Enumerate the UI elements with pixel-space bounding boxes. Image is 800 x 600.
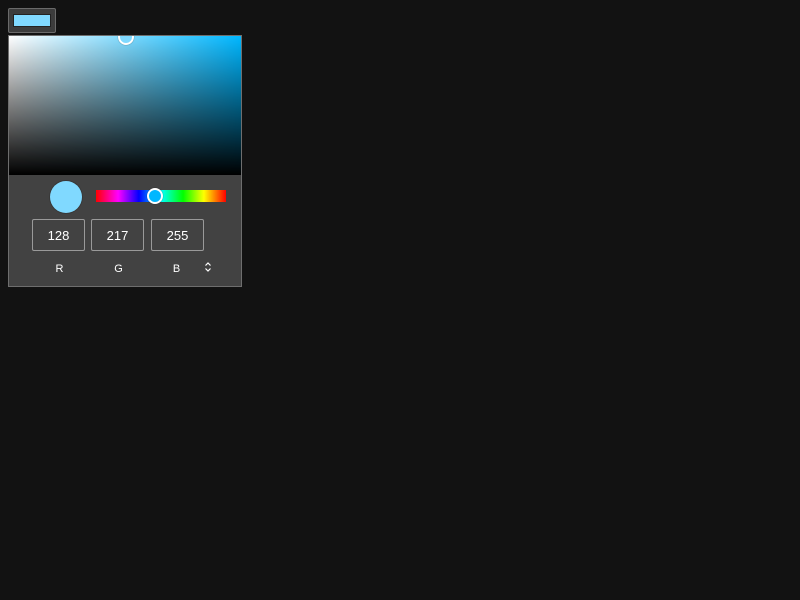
color-picker-panel: R G B xyxy=(8,35,242,287)
saturation-value-area[interactable] xyxy=(9,36,241,175)
red-channel-input[interactable] xyxy=(32,219,85,251)
hue-slider[interactable] xyxy=(96,188,226,204)
blue-channel-input[interactable] xyxy=(151,219,204,251)
color-preview-circle xyxy=(50,181,82,213)
blue-channel-label: B xyxy=(172,263,181,275)
mode-toggle-button[interactable] xyxy=(199,258,217,276)
color-swatch-fill xyxy=(13,14,51,27)
hue-slider-thumb[interactable] xyxy=(146,188,163,204)
unfold-icon xyxy=(205,262,211,272)
green-channel-label: G xyxy=(114,263,123,275)
red-channel-label: R xyxy=(55,263,64,275)
color-swatch-button[interactable] xyxy=(8,8,56,33)
green-channel-input[interactable] xyxy=(91,219,144,251)
